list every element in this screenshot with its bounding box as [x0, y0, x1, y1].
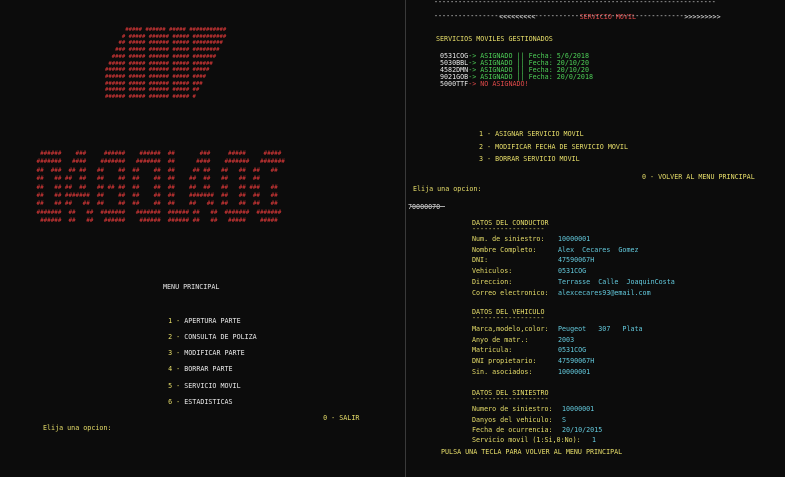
field-value: Peugeot 307 Plata: [558, 325, 643, 333]
driver-row: Correo electronico:: [472, 289, 549, 297]
menu-item-number: 5 -: [168, 382, 181, 390]
menu-item-estadisticas[interactable]: 6 - ESTADISTICAS: [152, 390, 233, 414]
main-menu-title: MENU PRINCIPAL: [163, 283, 220, 291]
typed-input-value[interactable]: 70000070: [408, 203, 440, 211]
field-value: 10000001: [558, 368, 591, 376]
field-label: Direccion:: [472, 278, 513, 286]
field-value: Alex Cecares Gomez: [558, 246, 639, 254]
driver-row: DNI:: [472, 256, 488, 264]
left-console-window: ##### ###### ##### ########### # ##### #…: [0, 0, 405, 477]
menu-item-label: SERVICIO MOVIL: [184, 382, 241, 390]
driver-section-underline: ------------------: [472, 225, 545, 233]
press-key-footer: PULSA UNA TECLA PARA VOLVER AL MENU PRIN…: [441, 448, 623, 456]
field-label: Nombre Completo:: [472, 246, 537, 254]
option-prompt: Elija una opcion:: [413, 185, 482, 193]
option-modificar-fecha[interactable]: 2 - MODIFICAR FECHA DE SERVICIO MOVIL: [479, 143, 628, 151]
menu-item-number: 2 -: [168, 333, 181, 341]
option-asignar-servicio[interactable]: 1 - ASIGNAR SERVICIO MOVIL: [479, 130, 584, 138]
field-label: Numero de siniestro:: [472, 405, 553, 413]
ascii-logo-emblem: ##### ###### ##### ########### # ##### #…: [105, 27, 227, 101]
driver-row: Direccion:: [472, 278, 512, 286]
option-prompt[interactable]: Elija una opcion:: [43, 424, 111, 432]
field-label: Marca,modelo,color:: [472, 325, 549, 333]
text-cursor: [411, 206, 445, 207]
menu-item-number: 1 -: [168, 317, 181, 325]
field-value: 10000001: [558, 235, 591, 243]
field-label: Num. de siniestro:: [472, 235, 545, 243]
driver-row: Vehiculos:: [472, 267, 512, 275]
field-label: Danyos del vehiculo:: [472, 416, 553, 424]
vehicle-section-underline: ------------------: [472, 314, 545, 322]
field-value: S: [562, 416, 567, 424]
field-value: 47590067H: [558, 357, 595, 365]
menu-item-salir[interactable]: 0 - SALIR: [307, 406, 359, 430]
service-row: 5000TTF-> NO ASIGNADO!: [440, 80, 529, 88]
managed-services-title: SERVICIOS MOVILES GESTIONADOS: [436, 35, 553, 43]
right-console-window: ----------------------------------------…: [406, 0, 785, 477]
field-label: Fecha de ocurrencia:: [472, 426, 553, 434]
menu-item-label: APERTURA PARTE: [184, 317, 241, 325]
claim-section-underline: -------------------: [472, 395, 549, 403]
field-value: 0531COG: [558, 267, 587, 275]
field-label: DNI propietario:: [472, 357, 537, 365]
field-value: 0531COG: [558, 346, 587, 354]
menu-item-number: 0 -: [323, 414, 336, 422]
service-status: -> NO ASIGNADO!: [468, 80, 529, 88]
menu-item-number: 6 -: [168, 398, 181, 406]
field-value: Terrasse Calle JoaquinCosta: [558, 278, 675, 286]
menu-item-number: 4 -: [168, 365, 181, 373]
field-value: 47590067H: [558, 256, 595, 264]
header-rule-bottom: ----------------------------------------…: [434, 12, 716, 20]
field-label: Servicio movil (1:Si,0:No):: [472, 436, 581, 444]
field-label: DNI:: [472, 256, 489, 264]
field-value: 2003: [558, 336, 575, 344]
field-label: Sin. asociados:: [472, 368, 533, 376]
option-volver-menu[interactable]: 0 - VOLVER AL MENU PRINCIPAL: [642, 173, 755, 181]
menu-item-label: ESTADISTICAS: [184, 398, 233, 406]
field-value: 10000001: [562, 405, 595, 413]
menu-item-label: CONSULTA DE POLIZA: [184, 333, 257, 341]
option-borrar-servicio[interactable]: 3 - BORRAR SERVICIO MOVIL: [479, 155, 580, 163]
field-label: Correo electronico:: [472, 289, 549, 297]
menu-item-label: BORRAR PARTE: [184, 365, 233, 373]
menu-item-label: SALIR: [339, 414, 360, 422]
field-label: Anyo de matr.:: [472, 336, 529, 344]
ascii-logo-wordmark: ###### ### ###### ###### ## ### ##### ##…: [36, 151, 285, 225]
service-plate: 5000TTF: [440, 80, 469, 88]
menu-item-number: 3 -: [168, 349, 181, 357]
menu-item-label: MODIFICAR PARTE: [184, 349, 245, 357]
field-value: 1: [592, 436, 597, 444]
driver-row: Num. de siniestro:: [472, 235, 544, 243]
field-value: alexcecares93@email.com: [558, 289, 651, 297]
field-label: Vehiculos:: [472, 267, 513, 275]
field-value: 20/10/2015: [562, 426, 603, 434]
driver-row: Nombre Completo:: [472, 246, 536, 254]
field-label: Matricula:: [472, 346, 513, 354]
